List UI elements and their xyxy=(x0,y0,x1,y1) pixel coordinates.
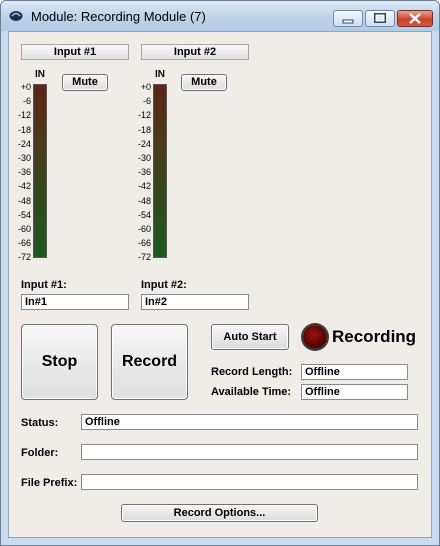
record-length-label: Record Length: xyxy=(211,366,293,378)
record-length-field: Offline xyxy=(301,364,408,380)
file-prefix-label: File Prefix: xyxy=(21,477,78,489)
title-bar[interactable]: Module: Recording Module (7) xyxy=(1,1,439,31)
available-time-label: Available Time: xyxy=(211,386,292,398)
meter-scale-tick: -66 xyxy=(17,238,31,249)
meter-scale-tick: -18 xyxy=(137,124,151,135)
folder-label: Folder: xyxy=(21,447,59,459)
meter-scale-tick: -72 xyxy=(137,252,151,263)
input-2-field-label: Input #2: xyxy=(141,279,187,291)
meter-scale-tick: -6 xyxy=(142,96,151,107)
meter-scale-tick: -72 xyxy=(17,252,31,263)
input-2-level-meter xyxy=(153,84,167,258)
meter-scale-tick: -48 xyxy=(137,195,151,206)
meter-scale-tick: -24 xyxy=(17,138,31,149)
input-1-header: Input #1 xyxy=(21,44,129,60)
status-field: Offline xyxy=(81,414,418,430)
maximize-icon xyxy=(374,13,386,23)
record-options-button[interactable]: Record Options... xyxy=(121,504,318,522)
close-button[interactable] xyxy=(397,10,433,27)
meter-scale-tick: -12 xyxy=(137,110,151,121)
meter-scale-tick: -42 xyxy=(137,181,151,192)
window-title: Module: Recording Module (7) xyxy=(31,9,206,24)
input-1-field[interactable]: In#1 xyxy=(21,294,129,310)
input-2-field[interactable]: In#2 xyxy=(141,294,249,310)
status-label: Status: xyxy=(21,417,59,429)
meter-scale-tick: -54 xyxy=(17,209,31,220)
input-2-meter-label: IN xyxy=(155,69,165,80)
meter-scale-tick: -30 xyxy=(17,153,31,163)
input-1-meter-label: IN xyxy=(35,69,45,80)
app-icon xyxy=(9,11,23,21)
meter-scale-tick: -54 xyxy=(137,209,151,220)
recording-indicator-led xyxy=(303,325,327,349)
meter-scale-tick: -24 xyxy=(137,138,151,149)
meter-scale-tick: -42 xyxy=(17,181,31,192)
stop-button[interactable]: Stop xyxy=(21,324,98,400)
meter-scale-tick: -36 xyxy=(137,167,151,178)
meter-scale-tick: -30 xyxy=(137,153,151,163)
input-2-header: Input #2 xyxy=(141,44,249,60)
folder-field[interactable] xyxy=(81,444,418,460)
meter-scale-tick: -66 xyxy=(137,238,151,249)
meter-scale-tick: +0 xyxy=(20,82,31,92)
record-button[interactable]: Record xyxy=(111,324,188,400)
input-1-mute-button[interactable]: Mute xyxy=(62,74,108,91)
module-panel: Input #1 IN Mute +0 -6 -12 -18 -24 -30 -36 -42 -… xyxy=(8,31,432,538)
input-1-level-meter xyxy=(33,84,47,258)
recording-status-label: Recording xyxy=(332,327,417,346)
meter-scale-tick: -18 xyxy=(17,124,31,135)
file-prefix-field[interactable] xyxy=(81,474,418,490)
maximize-button[interactable] xyxy=(365,10,395,27)
meter-scale-tick: +0 xyxy=(140,82,151,92)
minimize-button[interactable] xyxy=(333,10,363,27)
meter-scale-tick: -60 xyxy=(17,224,31,234)
minimize-icon xyxy=(342,19,354,24)
available-time-field: Offline xyxy=(301,384,408,400)
auto-start-button[interactable]: Auto Start xyxy=(211,324,289,350)
close-icon xyxy=(409,13,421,24)
meter-scale-tick: -48 xyxy=(17,195,31,206)
meter-scale-tick: -36 xyxy=(17,167,31,178)
input-1-field-label: Input #1: xyxy=(21,279,67,291)
meter-scale-tick: -12 xyxy=(17,110,31,121)
module-window: Module: Recording Module (7) Input #1 IN… xyxy=(0,0,440,546)
meter-scale-tick: -6 xyxy=(22,96,31,107)
meter-scale-tick: -60 xyxy=(137,224,151,234)
input-2-mute-button[interactable]: Mute xyxy=(181,74,227,91)
